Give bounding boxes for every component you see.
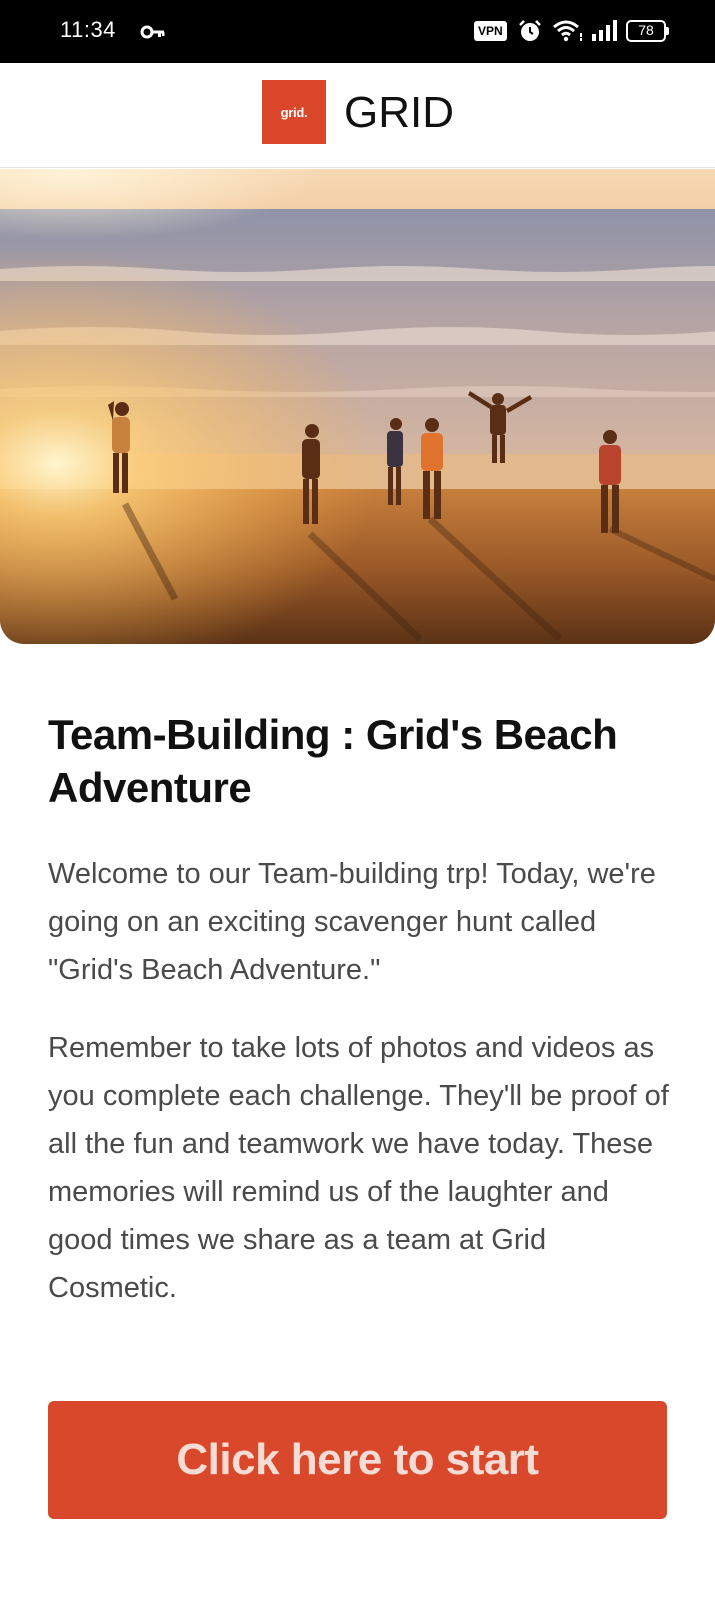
alarm-icon xyxy=(519,20,541,41)
brand-title: GRID xyxy=(344,88,454,137)
vpn-badge: VPN xyxy=(474,21,507,41)
wifi-icon xyxy=(553,20,582,42)
signal-icon xyxy=(592,20,617,41)
intro-paragraph: Welcome to our Team-building trp! Today,… xyxy=(48,858,656,986)
grid-logo: grid. xyxy=(262,80,326,144)
key-icon xyxy=(140,25,165,39)
status-time: 11:34 xyxy=(60,17,116,42)
hero-beach-photo xyxy=(0,169,715,644)
page-title: Team-Building : Grid's Beach Adventure xyxy=(48,711,618,811)
battery-level: 78 xyxy=(638,22,654,38)
app-header: grid. GRID xyxy=(0,63,715,168)
logo-text: grid. xyxy=(280,104,308,120)
photos-paragraph: Remember to take lots of photos and vide… xyxy=(48,1032,669,1304)
status-bar: 11:34 VPN 78 xyxy=(0,0,715,63)
start-button[interactable]: Click here to start xyxy=(48,1401,667,1519)
battery-icon: 78 xyxy=(626,20,670,42)
